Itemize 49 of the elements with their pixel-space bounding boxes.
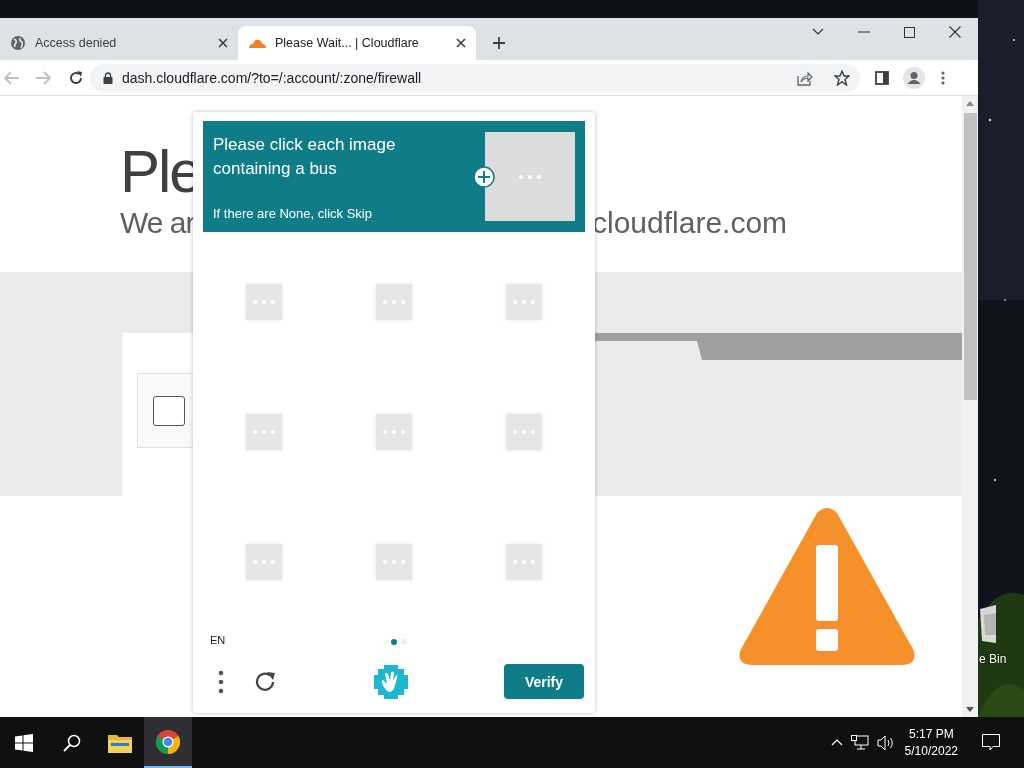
warning-icon <box>737 507 917 665</box>
star-icon[interactable] <box>834 69 850 86</box>
new-tab-icon[interactable] <box>492 36 506 50</box>
verify-button[interactable]: Verify <box>504 664 584 699</box>
page-subtitle: cloudflare.com <box>592 206 788 240</box>
clock[interactable]: 5:17 PM 5/10/2022 <box>904 725 958 760</box>
windows-start-icon[interactable] <box>15 733 33 752</box>
network-icon[interactable] <box>850 734 869 751</box>
profile-icon[interactable] <box>903 66 925 89</box>
close-icon[interactable] <box>218 38 228 48</box>
hand-logo-icon <box>374 664 408 699</box>
scrollbar-thumb[interactable] <box>963 113 977 400</box>
desktop-icon-label[interactable]: e Bin <box>979 652 1007 666</box>
cloud-icon <box>248 38 266 48</box>
lock-icon <box>103 71 113 84</box>
close-icon[interactable] <box>456 38 466 48</box>
checkbox[interactable] <box>153 395 185 426</box>
more-icon[interactable] <box>218 669 224 694</box>
caret-up-icon[interactable] <box>830 739 843 746</box>
scrollbar[interactable] <box>962 96 978 717</box>
chrome-icon <box>156 729 180 754</box>
chevron-down-icon[interactable] <box>812 28 824 36</box>
scroll-up-icon[interactable] <box>966 101 974 106</box>
page-dot[interactable] <box>391 639 397 645</box>
close-icon[interactable] <box>949 26 961 38</box>
maximize-icon[interactable] <box>904 26 915 38</box>
side-panel-icon[interactable] <box>875 70 889 85</box>
captcha-prompt: Please click each image containing a bus <box>213 134 397 180</box>
taskbar-app[interactable] <box>144 717 192 768</box>
page-subtitle: We ar <box>120 206 195 240</box>
recycle-bin-icon[interactable] <box>978 605 996 645</box>
search-icon[interactable] <box>63 733 81 752</box>
address-bar[interactable]: dash.cloudflare.com/?to=/:account/:zone/firewall <box>90 63 860 92</box>
globe-icon <box>10 35 26 51</box>
notification-icon[interactable] <box>982 734 1000 751</box>
expand-icon[interactable] <box>473 166 495 188</box>
language-label[interactable]: EN <box>210 634 226 646</box>
volume-icon[interactable] <box>876 734 895 751</box>
refresh-icon[interactable] <box>254 669 278 694</box>
browser-tab[interactable]: Access denied <box>0 26 238 60</box>
reload-icon[interactable] <box>68 69 84 86</box>
clock-date: 5/10/2022 <box>904 742 958 760</box>
menu-icon[interactable] <box>941 70 945 85</box>
scroll-down-icon[interactable] <box>966 707 974 712</box>
share-icon[interactable] <box>797 69 813 86</box>
browser-tab[interactable]: Please Wait... | Cloudflare <box>238 26 476 60</box>
captcha-hint: If there are None, click Skip <box>213 206 373 221</box>
clock-time: 5:17 PM <box>908 725 954 743</box>
folder-icon <box>108 732 132 753</box>
